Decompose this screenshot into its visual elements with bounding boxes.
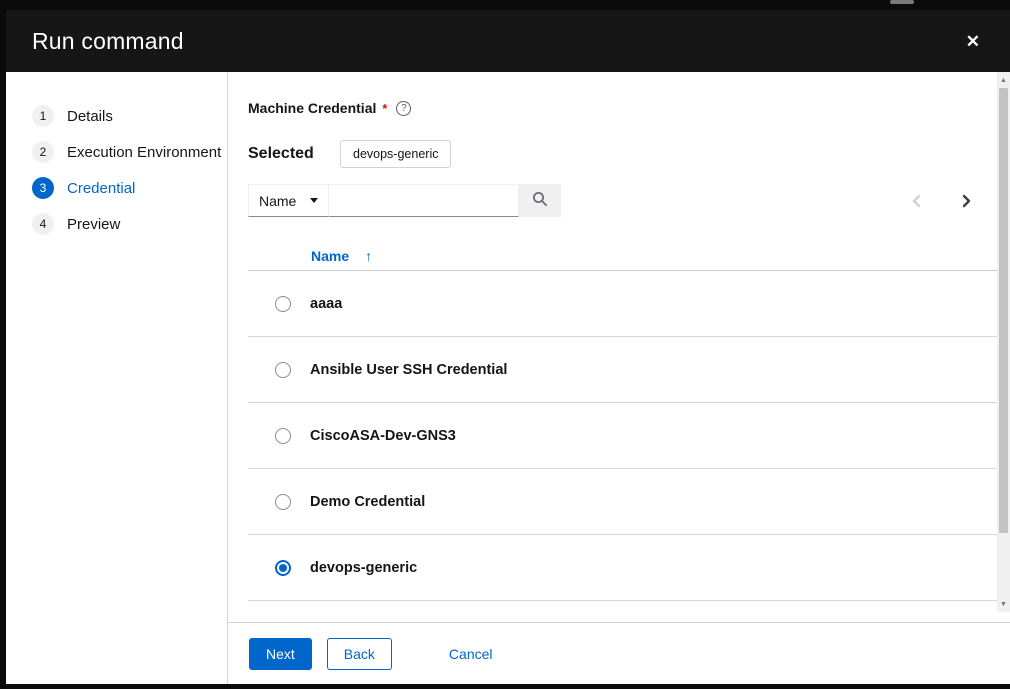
help-icon[interactable]: ? — [396, 101, 411, 116]
filter-key-value: Name — [259, 193, 296, 209]
next-button[interactable]: Next — [249, 638, 312, 670]
cancel-button[interactable]: Cancel — [449, 639, 493, 669]
table-row[interactable]: devops-generic — [248, 535, 997, 601]
wizard-steps-sidebar: 1 Details 2 Execution Environment 3 Cred… — [6, 72, 228, 684]
sidebar-item-execution-environment[interactable]: 2 Execution Environment — [6, 134, 227, 170]
credentials-table: Name ↑ aaaa Ansible User SSH Credent — [248, 241, 997, 601]
sidebar-item-details[interactable]: 1 Details — [6, 98, 227, 134]
credential-name: CiscoASA-Dev-GNS3 — [310, 428, 456, 444]
search-input[interactable] — [329, 184, 519, 217]
scroll-up-icon[interactable]: ▲ — [997, 72, 1010, 88]
sort-ascending-icon[interactable]: ↑ — [365, 248, 372, 264]
scrollbar-thumb[interactable] — [999, 88, 1008, 533]
radio-button[interactable] — [275, 362, 291, 378]
radio-button[interactable] — [275, 560, 291, 576]
table-rows: aaaa Ansible User SSH Credential CiscoAS… — [248, 271, 997, 601]
step-number-badge: 3 — [32, 177, 54, 199]
credential-name: Demo Credential — [310, 494, 425, 510]
selected-credentials-row: Selected devops-generic — [248, 140, 997, 168]
table-row[interactable]: CiscoASA-Dev-GNS3 — [248, 403, 997, 469]
step-label: Execution Environment — [67, 144, 221, 161]
pagination-controls — [903, 188, 997, 214]
step-number-badge: 4 — [32, 213, 54, 235]
modal-body: 1 Details 2 Execution Environment 3 Cred… — [6, 72, 1010, 684]
credential-step-content: Machine Credential * ? Selected devops-g… — [228, 72, 1010, 684]
modal-title: Run command — [32, 28, 184, 55]
wizard-footer: Next Back Cancel — [228, 622, 1010, 684]
modal-header: Run command ✕ — [6, 10, 1010, 72]
step-number-badge: 2 — [32, 141, 54, 163]
scroll-down-icon[interactable]: ▼ — [997, 596, 1010, 612]
radio-button[interactable] — [275, 494, 291, 510]
sidebar-item-credential[interactable]: 3 Credential — [6, 170, 227, 206]
scrollable-form-area: Machine Credential * ? Selected devops-g… — [228, 72, 1010, 622]
close-icon[interactable]: ✕ — [962, 29, 984, 54]
required-asterisk: * — [382, 101, 387, 116]
table-row[interactable]: aaaa — [248, 271, 997, 337]
table-row[interactable]: Demo Credential — [248, 469, 997, 535]
table-header-row: Name ↑ — [248, 241, 997, 271]
previous-page-icon[interactable] — [903, 188, 929, 214]
search-icon — [532, 191, 548, 210]
step-label: Details — [67, 108, 113, 125]
step-label: Credential — [67, 180, 135, 197]
selected-credential-chip: devops-generic — [340, 140, 451, 168]
radio-button[interactable] — [275, 428, 291, 444]
vertical-scrollbar[interactable]: ▲ ▼ — [997, 72, 1010, 612]
search-toolbar: Name — [248, 184, 997, 217]
filter-key-select[interactable]: Name — [248, 184, 329, 217]
chevron-down-icon — [310, 198, 318, 203]
step-number-badge: 1 — [32, 105, 54, 127]
machine-credential-field-header: Machine Credential * ? — [248, 100, 997, 116]
sidebar-item-preview[interactable]: 4 Preview — [6, 206, 227, 242]
radio-button[interactable] — [275, 296, 291, 312]
credential-name: devops-generic — [310, 560, 417, 576]
step-label: Preview — [67, 216, 120, 233]
table-row[interactable]: Ansible User SSH Credential — [248, 337, 997, 403]
credential-name: aaaa — [310, 296, 342, 312]
name-column-header[interactable]: Name — [311, 248, 349, 264]
field-label: Machine Credential — [248, 100, 376, 116]
next-page-icon[interactable] — [953, 188, 979, 214]
background-scroll-indicator — [890, 0, 914, 4]
back-button[interactable]: Back — [327, 638, 392, 670]
credential-name: Ansible User SSH Credential — [310, 362, 507, 378]
run-command-modal: Run command ✕ 1 Details 2 Execution Envi… — [6, 10, 1010, 684]
selected-label: Selected — [248, 145, 340, 163]
page-backdrop: Run command ✕ 1 Details 2 Execution Envi… — [0, 0, 1010, 689]
search-button[interactable] — [519, 184, 561, 217]
